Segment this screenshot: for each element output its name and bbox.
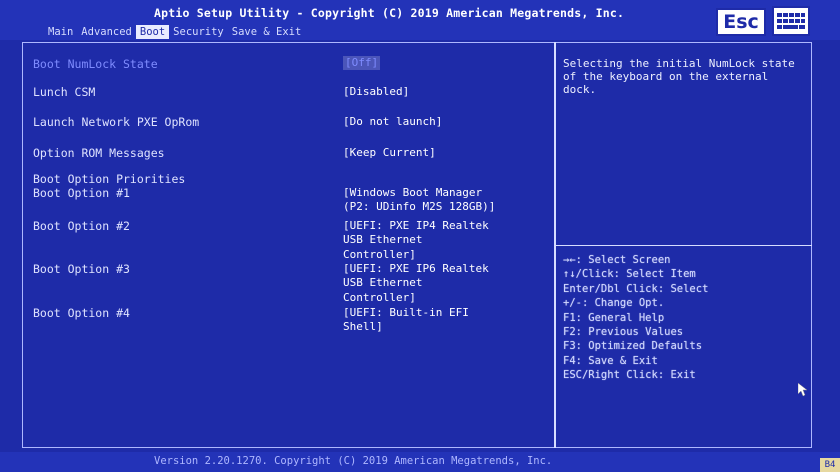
boot-option-4-line-2: Shell] (343, 320, 383, 334)
setting-value-pxe-oprom[interactable]: [Do not launch] (343, 115, 442, 129)
boot-option-3-value[interactable]: [UEFI: PXE IP6 Realtek USB Ethernet Cont… (343, 262, 489, 305)
tab-main[interactable]: Main (44, 25, 77, 39)
tab-boot[interactable]: Boot (135, 25, 170, 39)
boot-option-4-value[interactable]: [UEFI: Built-in EFI Shell] (343, 306, 469, 335)
boot-option-2-line-2: USB Ethernet (343, 233, 423, 247)
key-hint: ESC/Right Click: Exit (563, 369, 696, 382)
tab-advanced[interactable]: Advanced (77, 25, 136, 39)
keyboard-icon (776, 11, 806, 33)
mouse-pointer-icon (797, 382, 808, 401)
key-hint: F4: Save & Exit (563, 354, 658, 367)
app-title: Aptio Setup Utility - Copyright (C) 2019… (154, 6, 625, 20)
boot-option-1-line-2: (P2: UDinfo M2S 128GB)] (343, 200, 496, 214)
help-description: Selecting the initial NumLock state of t… (563, 57, 795, 96)
setting-label-option-rom[interactable]: Option ROM Messages (33, 146, 165, 160)
key-hint: Enter/Dbl Click: Select (563, 282, 709, 295)
esc-button[interactable]: Esc (716, 8, 766, 36)
key-hint: F3: Optimized Defaults (563, 340, 703, 353)
tab-bar: Main Advanced Boot Security Save & Exit (44, 24, 305, 40)
bios-screen: Aptio Setup Utility - Copyright (C) 2019… (0, 0, 840, 472)
boot-option-1-value[interactable]: [Windows Boot Manager (P2: UDinfo M2S 12… (343, 186, 495, 215)
setting-label-lunch-csm[interactable]: Lunch CSM (33, 85, 95, 99)
boot-option-4-label[interactable]: Boot Option #4 (33, 306, 130, 320)
help-panel (556, 42, 812, 448)
key-hint: →←: Select Screen (563, 254, 671, 266)
key-hint: F2: Previous Values (563, 326, 684, 339)
key-hint: F1: General Help (563, 311, 665, 324)
section-header-boot-priorities: Boot Option Priorities (33, 172, 186, 186)
setting-label-pxe-oprom[interactable]: Launch Network PXE OpRom (33, 115, 199, 129)
boot-option-3-label[interactable]: Boot Option #3 (33, 262, 130, 276)
boot-option-4-line-1: [UEFI: Built-in EFI (343, 306, 469, 319)
key-hint: ↑↓/Click: Select Item (563, 268, 696, 281)
boot-option-2-line-1: [UEFI: PXE IP4 Realtek (343, 219, 489, 232)
key-hint: +/-: Change Opt. (563, 297, 665, 310)
key-legend: →←: Select Screen ↑↓/Click: Select Item … (563, 253, 803, 383)
setting-label-boot-numlock[interactable]: Boot NumLock State (33, 57, 158, 71)
boot-option-2-label[interactable]: Boot Option #2 (33, 219, 130, 233)
boot-option-3-line-2: USB Ethernet (343, 276, 423, 290)
boot-option-1-label[interactable]: Boot Option #1 (33, 186, 130, 200)
boot-option-3-line-3: Controller] (343, 290, 416, 304)
setting-value-lunch-csm[interactable]: [Disabled] (343, 85, 409, 99)
footer-text: Version 2.20.1270. Copyright (C) 2019 Am… (154, 455, 553, 467)
boot-option-1-line-1: [Windows Boot Manager (343, 186, 483, 199)
title-bar: Aptio Setup Utility - Copyright (C) 2019… (0, 0, 840, 40)
boot-option-3-line-1: [UEFI: PXE IP6 Realtek (343, 262, 489, 275)
setting-value-boot-numlock[interactable]: [Off] (343, 56, 381, 71)
boot-option-2-line-3: Controller] (343, 247, 416, 261)
tab-security[interactable]: Security (169, 25, 228, 39)
keyboard-button[interactable] (772, 6, 810, 36)
corner-tag: B4 (820, 458, 840, 472)
tab-save-exit[interactable]: Save & Exit (228, 25, 306, 39)
boot-option-2-value[interactable]: [UEFI: PXE IP4 Realtek USB Ethernet Cont… (343, 219, 489, 262)
setting-value-option-rom[interactable]: [Keep Current] (343, 146, 436, 160)
